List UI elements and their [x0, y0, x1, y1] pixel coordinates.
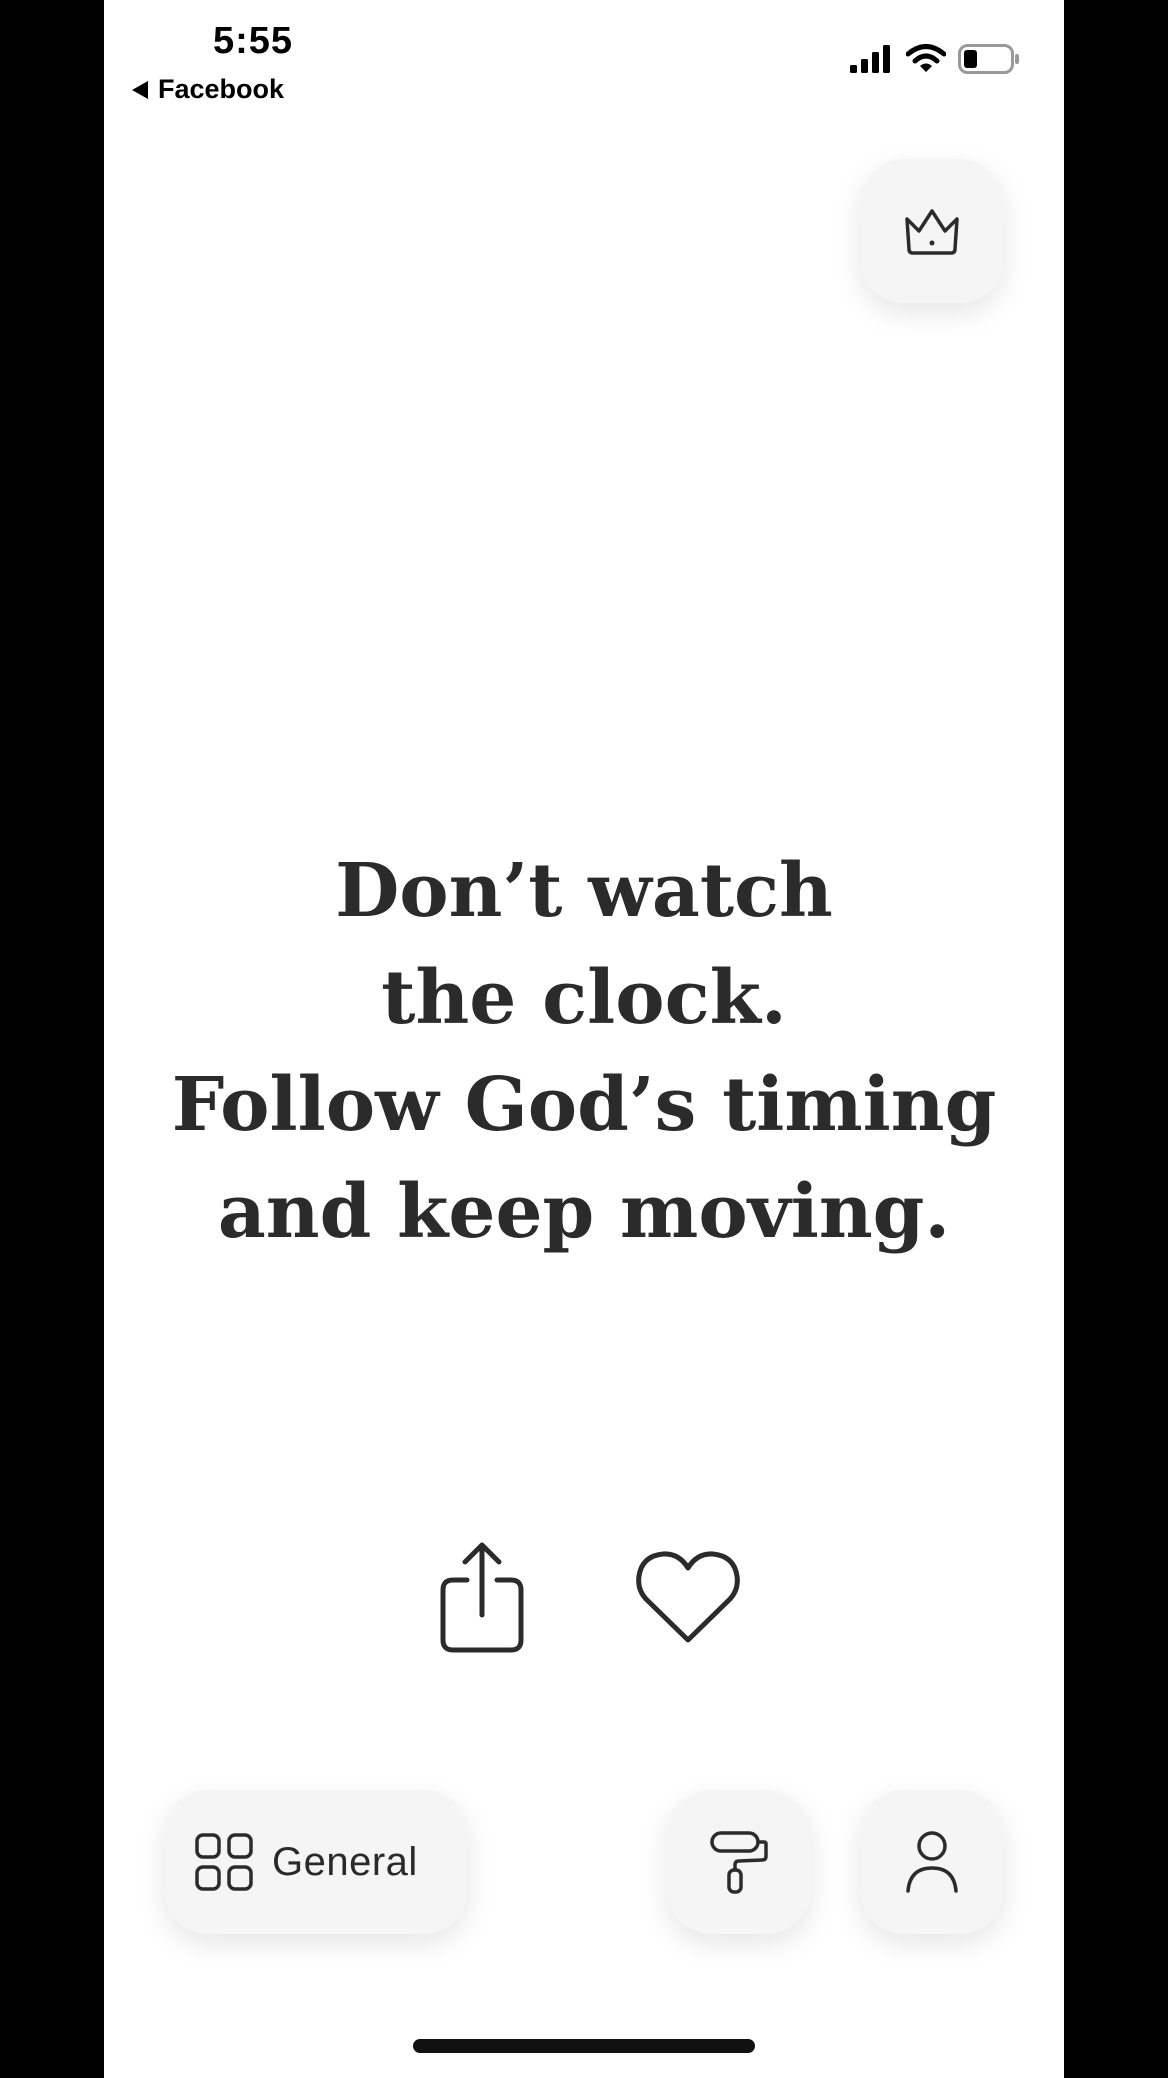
grid-icon: [195, 1833, 253, 1891]
back-arrow-icon: [132, 80, 148, 99]
premium-button[interactable]: [860, 159, 1004, 303]
app-screen: 5:55 Facebook Don’t watch the clock. Fol…: [104, 0, 1064, 2078]
share-icon: [440, 1542, 524, 1653]
quote-line: and keep moving.: [217, 1169, 951, 1255]
battery-icon: [958, 44, 1019, 74]
like-button[interactable]: [635, 1550, 741, 1646]
status-time: 5:55: [212, 20, 294, 62]
cellular-signal-icon: [850, 45, 890, 73]
quote-line: the clock.: [381, 955, 787, 1041]
home-indicator[interactable]: [413, 2039, 755, 2053]
paint-roller-icon: [710, 1831, 768, 1894]
share-button[interactable]: [437, 1540, 527, 1655]
wifi-icon: [906, 44, 946, 72]
theme-button[interactable]: [667, 1790, 811, 1934]
quote-line: Don’t watch: [335, 848, 833, 934]
category-label: General: [272, 1839, 418, 1884]
profile-button[interactable]: [860, 1790, 1004, 1934]
quote-text: Don’t watch the clock. Follow God’s timi…: [104, 838, 1064, 1266]
status-icons: [850, 44, 1020, 74]
crown-icon: [905, 209, 959, 255]
quote-line: Follow God’s timing: [171, 1062, 997, 1148]
back-to-app-link[interactable]: Facebook: [132, 74, 284, 105]
heart-icon: [636, 1551, 740, 1643]
category-button[interactable]: General: [164, 1790, 468, 1934]
back-app-label: Facebook: [158, 74, 285, 104]
person-icon: [906, 1831, 958, 1893]
